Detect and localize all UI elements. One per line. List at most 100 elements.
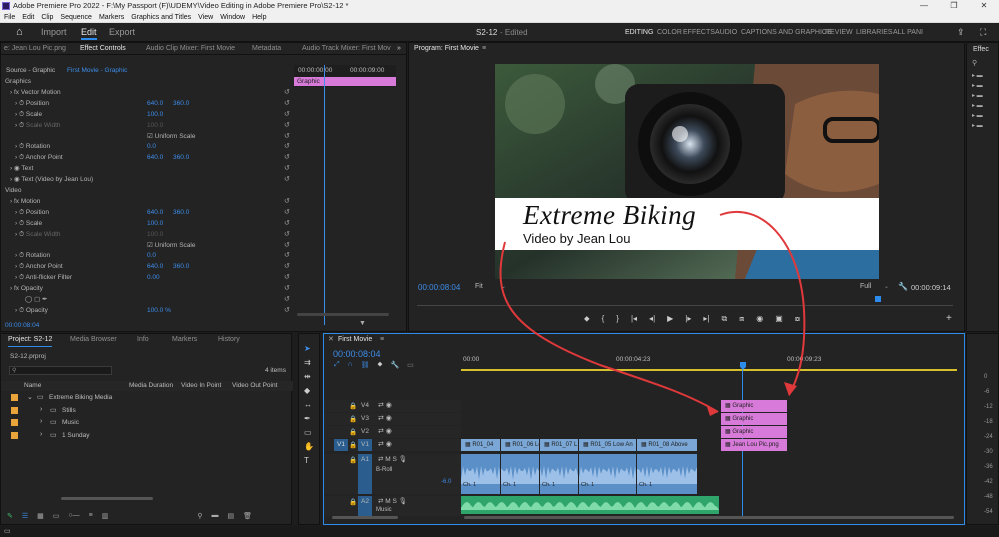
- reset-icon[interactable]: ↺: [284, 175, 290, 185]
- expand-chevron-icon[interactable]: ⌄: [27, 393, 33, 401]
- automate-icon[interactable]: ▥: [102, 512, 109, 520]
- workspace-audio[interactable]: AUDIO: [715, 29, 737, 36]
- workspace-captions-and-graphics[interactable]: CAPTIONS AND GRAPHICS: [741, 29, 832, 36]
- sequence-menu-icon[interactable]: ≡: [380, 334, 384, 346]
- source-patch-v1[interactable]: V1: [334, 439, 348, 451]
- reset-icon[interactable]: ↺: [284, 153, 290, 163]
- insert-icon[interactable]: ⧉: [721, 314, 727, 324]
- video-clip[interactable]: ▦ R01_06 Lo: [501, 439, 539, 451]
- program-timecode[interactable]: 00:00:08:04: [418, 283, 460, 292]
- lock-icon[interactable]: 🔒: [349, 498, 357, 506]
- reset-icon[interactable]: ↺: [284, 241, 290, 251]
- menu-window[interactable]: Window: [220, 12, 245, 22]
- reset-icon[interactable]: ↺: [284, 219, 290, 229]
- track-select-tool-icon[interactable]: ⇉: [304, 356, 314, 370]
- video-clip[interactable]: ▦ R01_05 Low An: [579, 439, 636, 451]
- lock-icon[interactable]: 🔒: [349, 402, 357, 410]
- effects-folder-icon[interactable]: ▸ ▬: [972, 121, 983, 131]
- audio-clip[interactable]: Ch. 1: [579, 454, 636, 494]
- close-button[interactable]: ✕: [969, 0, 999, 12]
- stopwatch-icon[interactable]: › ⏱: [15, 307, 26, 314]
- track-height-scrollbar[interactable]: [332, 516, 398, 519]
- tab-audio-track-mixer[interactable]: Audio Track Mixer: First Mov: [302, 43, 391, 55]
- effect-value[interactable]: 360.0: [173, 99, 189, 109]
- music-audio-clip[interactable]: [461, 496, 719, 514]
- lower-third-subtitle[interactable]: Video by Jean Lou: [523, 231, 630, 246]
- lock-icon[interactable]: 🔒: [349, 441, 357, 449]
- menu-help[interactable]: Help: [252, 12, 266, 22]
- rectangle-tool-icon[interactable]: ▭: [304, 426, 314, 440]
- stopwatch-icon[interactable]: › ⏱: [15, 209, 26, 216]
- timeline-timecode[interactable]: 00:00:08:04: [333, 349, 381, 359]
- go-to-in-icon[interactable]: |◂: [631, 314, 637, 324]
- tab-info[interactable]: Info: [137, 334, 149, 346]
- track-a1-name[interactable]: B-Roll: [376, 467, 392, 473]
- program-video-frame[interactable]: Extreme Biking Video by Jean Lou: [495, 64, 879, 279]
- checkbox-icon[interactable]: ☑: [147, 133, 155, 140]
- audio-clip[interactable]: Ch. 1: [501, 454, 539, 494]
- tab-metadata[interactable]: Metadata: [252, 43, 281, 55]
- quality-dropdown[interactable]: Full: [860, 283, 871, 290]
- track-a2-name[interactable]: Music: [376, 507, 392, 513]
- program-playhead-marker[interactable]: [875, 296, 881, 302]
- mini-graphic-clip[interactable]: Graphic: [294, 77, 396, 86]
- effects-folder-icon[interactable]: ▸ ▬: [972, 71, 983, 81]
- status-icon[interactable]: ▭: [4, 527, 11, 535]
- workspace-all-panels[interactable]: ALL PANI: [893, 29, 923, 36]
- captions-icon[interactable]: ▭: [407, 361, 414, 369]
- ec-timecode[interactable]: 00:00:08:04: [5, 322, 39, 329]
- work-area-bar[interactable]: [461, 369, 957, 371]
- audio-clip[interactable]: Ch. 1: [461, 454, 500, 494]
- hand-tool-icon[interactable]: ✋: [304, 440, 314, 454]
- sync-visibility-icon[interactable]: ⇄ ◉: [378, 440, 392, 448]
- fullscreen-icon[interactable]: ⛶: [980, 27, 986, 38]
- sync-visibility-icon[interactable]: ⇄ ◉: [378, 427, 392, 435]
- track-header-a1[interactable]: 🔒 A1 ⇄ M S 🎙 B-Roll -6.0: [324, 454, 461, 494]
- find-icon[interactable]: ⚲: [197, 512, 202, 520]
- tab-import[interactable]: Import: [41, 27, 67, 37]
- tab-history[interactable]: History: [218, 334, 240, 346]
- label-color-swatch[interactable]: [11, 394, 18, 401]
- pen-tool-icon[interactable]: ✒: [304, 412, 314, 426]
- reset-icon[interactable]: ↺: [284, 208, 290, 218]
- stopwatch-icon[interactable]: › ⏱: [15, 220, 26, 227]
- program-scrub-bar[interactable]: [417, 305, 953, 306]
- expand-chevron-icon[interactable]: ›: [40, 431, 42, 438]
- workspace-effects[interactable]: EFFECTS: [683, 29, 715, 36]
- stopwatch-icon[interactable]: › ⏱: [15, 100, 26, 107]
- tab-media-browser[interactable]: Media Browser: [70, 334, 117, 346]
- go-to-out-icon[interactable]: ▸|: [703, 314, 709, 324]
- maximize-button[interactable]: ❐: [939, 0, 969, 12]
- audio-clip[interactable]: Ch. 1: [540, 454, 578, 494]
- graphic-clip[interactable]: ▦ Jean Lou Pic.png: [721, 439, 787, 451]
- reset-icon[interactable]: ↺: [284, 197, 290, 207]
- new-item-icon[interactable]: ▤: [228, 512, 235, 520]
- project-list-item[interactable]: ⌄ ▭ Extreme Biking Media: [1, 392, 293, 404]
- tab-effect-controls[interactable]: Effect Controls: [80, 43, 126, 55]
- menu-file[interactable]: File: [4, 12, 15, 22]
- stopwatch-icon[interactable]: › ⏱: [15, 252, 26, 259]
- nest-icon[interactable]: ⤢: [334, 361, 340, 369]
- menu-clip[interactable]: Clip: [41, 12, 53, 22]
- column-video-in-point[interactable]: Video In Point: [181, 382, 221, 389]
- sort-icon[interactable]: ≡: [89, 512, 93, 520]
- label-color-swatch[interactable]: [11, 406, 18, 414]
- sync-visibility-icon[interactable]: ⇄ ◉: [378, 414, 392, 422]
- project-list-item[interactable]: › ▭ Stills: [1, 405, 293, 417]
- vr-video-icon[interactable]: ⧇: [795, 314, 800, 324]
- target-label[interactable]: First Movie - Graphic: [67, 67, 127, 74]
- panel-overflow-icon[interactable]: »: [397, 43, 401, 55]
- expand-chevron-icon[interactable]: ›: [40, 406, 42, 413]
- track-volume-value[interactable]: -6.0: [441, 479, 451, 485]
- menu-markers[interactable]: Markers: [99, 12, 124, 22]
- tab-markers[interactable]: Markers: [172, 334, 197, 346]
- tab-first-movie[interactable]: First Movie: [338, 334, 372, 346]
- reset-icon[interactable]: ↺: [284, 164, 290, 174]
- export-frame-icon[interactable]: ◉: [756, 314, 763, 324]
- reset-icon[interactable]: ↺: [284, 306, 290, 316]
- effect-value[interactable]: 640.0: [147, 153, 163, 163]
- effect-value[interactable]: 100.0 %: [147, 306, 171, 316]
- column-media-duration[interactable]: Media Duration: [129, 382, 173, 389]
- lock-icon[interactable]: 🔒: [349, 415, 357, 423]
- ripple-edit-tool-icon[interactable]: ⇹: [304, 370, 314, 384]
